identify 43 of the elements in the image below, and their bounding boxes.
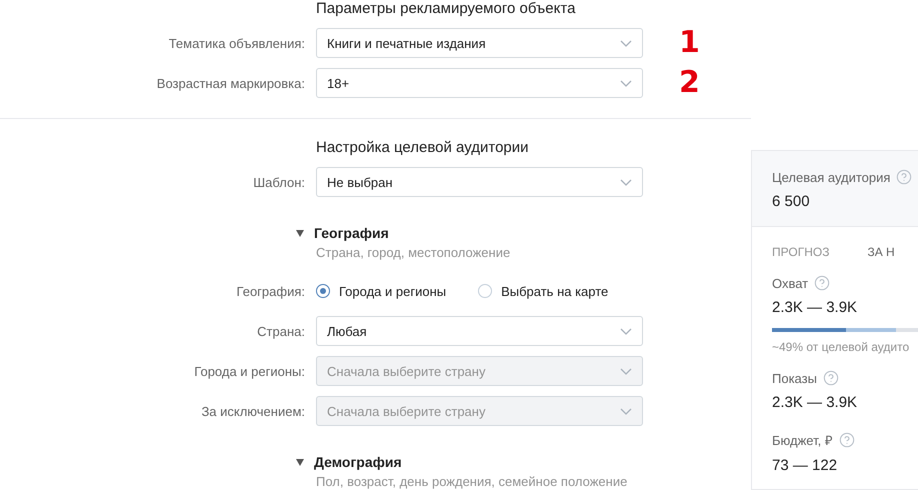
metric-value: 73 — 122	[772, 457, 838, 474]
group-title[interactable]: Демография	[314, 454, 402, 470]
field-label: Тематика объявления:	[168, 36, 306, 50]
help-icon[interactable]	[822, 370, 839, 386]
metric-note: ~49% от целевой аудито	[772, 340, 910, 354]
metric-value: 6 500	[772, 193, 811, 210]
triangle-icon[interactable]	[296, 458, 304, 466]
metric-label: Целевая аудитория	[772, 170, 890, 184]
chevron-icon	[620, 40, 632, 46]
field-label: Города и регионы:	[193, 364, 306, 378]
field-label: За исключением:	[200, 404, 306, 418]
annotation-number: 2	[679, 68, 700, 98]
metric-label: Показы	[772, 370, 817, 386]
chevron-icon	[620, 368, 632, 374]
chevron-icon	[620, 408, 632, 414]
help-icon[interactable]	[896, 169, 912, 185]
group-subtitle: Пол, возраст, день рождения, семейное положение	[316, 474, 628, 489]
select-field[interactable]: Любая	[316, 316, 643, 346]
field-label: Страна:	[256, 324, 306, 338]
chevron-icon	[620, 80, 632, 86]
select-field[interactable]: Не выбран	[316, 167, 643, 197]
field-label: Шаблон:	[252, 174, 306, 190]
metric-value: 2.3K — 3.9K	[772, 299, 858, 316]
group-subtitle: Страна, город, местоположение	[316, 245, 512, 260]
metric-label: Охват	[772, 276, 808, 290]
metric-value: 2.3K — 3.9K	[772, 394, 858, 411]
radio-option[interactable]: Города и регионы	[316, 284, 446, 298]
help-icon[interactable]	[814, 275, 830, 291]
metric-label: Бюджет, ₽	[772, 432, 833, 449]
section-title: Настройка целевой аудитории	[316, 139, 530, 157]
chevron-icon	[620, 328, 632, 334]
field-label: Возрастная маркировка:	[156, 76, 306, 90]
help-icon[interactable]	[838, 432, 855, 448]
triangle-icon[interactable]	[296, 230, 304, 236]
field-label: География:	[236, 284, 306, 298]
select-field[interactable]: 18+	[316, 68, 643, 98]
radio-option[interactable]: Выбрать на карте	[478, 284, 608, 298]
annotation-number: 1	[679, 28, 700, 58]
chevron-icon	[620, 178, 632, 186]
panel-tab[interactable]: ЗА Н	[867, 245, 895, 259]
group-title[interactable]: География	[314, 225, 389, 241]
section-title: Параметры рекламируемого объекта	[316, 0, 576, 18]
select-field[interactable]: Книги и печатные издания	[316, 28, 643, 58]
